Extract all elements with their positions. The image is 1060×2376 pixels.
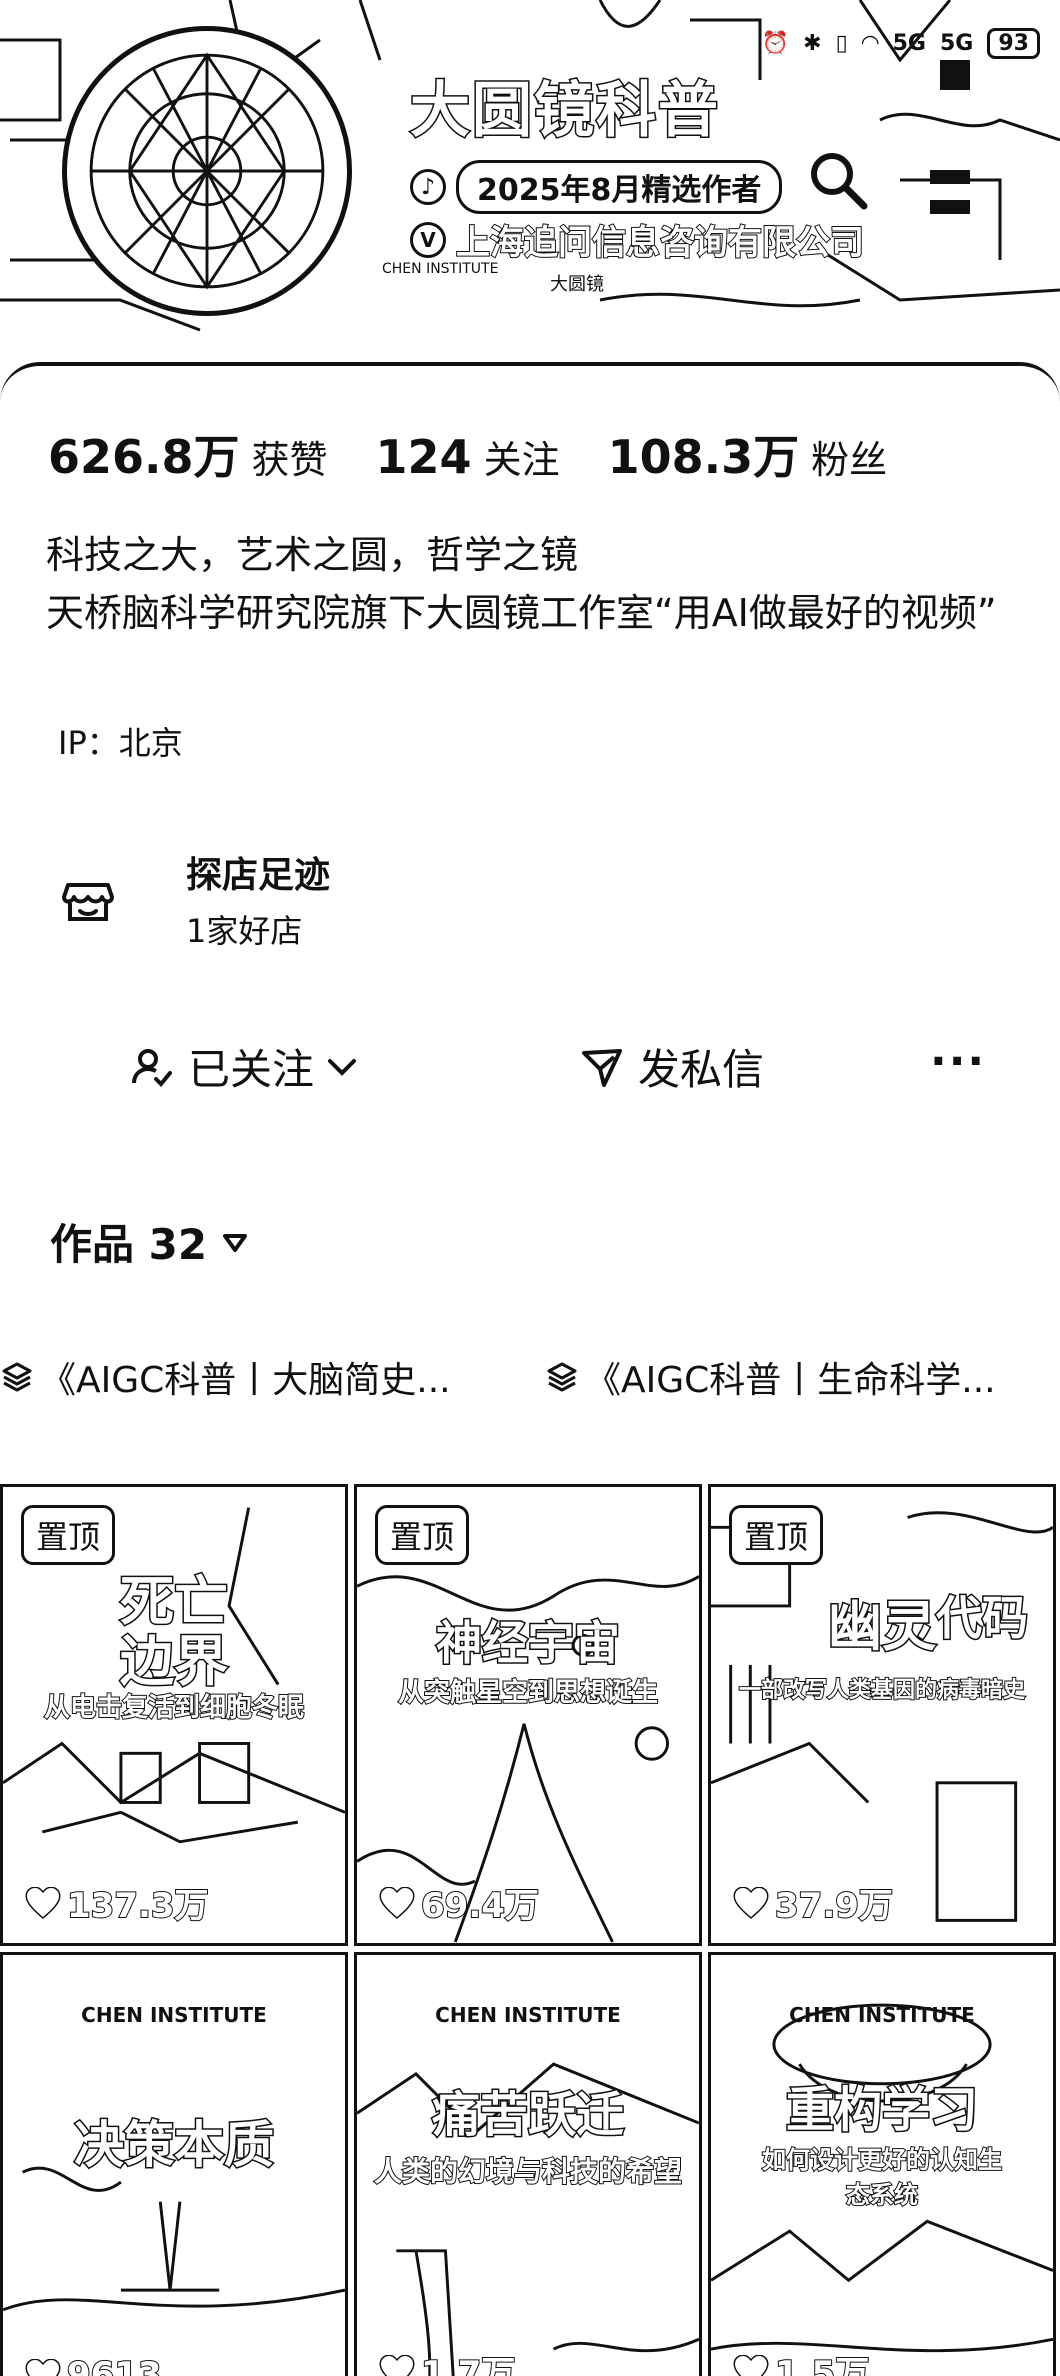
shop-visits-entry[interactable]: 探店足迹 1家好店 [60,846,330,952]
pinned-badge: 置顶 [729,1505,824,1565]
stat-likes-label: 获赞 [251,438,328,482]
stat-followers-value: 108.3万 [607,430,800,484]
tile-logo: CHEN INSTITUTE [435,2003,621,2027]
chevron-down-icon [328,1058,357,1076]
stats-row: 626.8万 获赞 124 关注 108.3万 粉丝 [48,421,935,487]
signal-1-label: 5G [892,31,926,56]
stat-followers-label: 粉丝 [811,438,888,482]
user-check-icon [132,1048,172,1087]
video-tile[interactable]: CHEN INSTITUTE 重构学习 如何设计更好的认知生态系统 1.5万 [708,1952,1056,2376]
bio-line-1: 科技之大，艺术之圆，哲学之镜 [46,533,579,577]
tile-logo: CHEN INSTITUTE [789,2003,975,2027]
shop-subtitle: 1家好店 [186,912,303,950]
heart-icon [379,1886,415,1919]
ip-location: IP：北京 [58,724,183,762]
caret-down-icon [223,1233,248,1252]
tile-title-1: 痛苦跃迁 [430,2086,625,2145]
tile-subtitle: 从突触星空到思想诞生 [397,1677,659,1709]
send-icon [582,1048,622,1087]
tile-title-2: 代码 [935,1590,1030,1647]
tile-title-1: 神经宇宙 [435,1615,622,1672]
following-button[interactable]: 已关注 [130,1036,374,1097]
like-count-value: 9613 [66,2354,163,2376]
status-bar: ⏰ ✱ ▯ ◠ 5G 5G 93 [762,28,1040,59]
heart-icon [25,1886,61,1919]
like-count-value: 1.7万 [420,2353,516,2376]
banner-chen-logo: CHEN INSTITUTE [382,261,499,277]
signal-2-label: 5G [940,31,974,56]
bluetooth-icon: ✱ [803,31,822,56]
verification-row[interactable]: V 上海追问信息咨询有限公司 [410,215,865,264]
stat-following[interactable]: 124 关注 [376,429,560,484]
collection-item[interactable]: 《AIGC科普丨生命科学... [545,1351,1045,1403]
vibrate-icon: ▯ [835,31,848,56]
like-count-value: 37.9万 [774,1885,894,1927]
heart-icon [379,2354,415,2376]
alarm-icon: ⏰ [761,31,790,56]
verified-icon: V [410,221,446,258]
collection-item[interactable]: 《AIGC科普丨大脑简史... [0,1351,460,1403]
verified-org[interactable]: 上海追问信息咨询有限公司 [455,215,865,264]
collection-label: 《AIGC科普丨大脑简史... [40,1360,451,1401]
stat-following-value: 124 [375,430,472,484]
tiktok-icon: ♪ [410,169,446,205]
video-tile[interactable]: 置顶 死亡 边界 从电击复活到细胞冬眠 137.3万 [0,1484,348,1946]
collections-row: 《AIGC科普丨大脑简史... 《AIGC科普丨生命科学... [0,1351,1060,1411]
like-count: 1.5万 [733,2346,870,2376]
works-label: 作品 32 [50,1220,208,1269]
profile-name: 大圆镜科普 [409,75,720,148]
heart-icon [25,2359,61,2376]
like-count-value: 1.5万 [774,2353,870,2376]
creator-badge-row[interactable]: ♪ 2025年8月精选作者 [410,160,783,214]
heart-icon [733,1886,769,1919]
tile-subtitle: 如何设计更好的认知生态系统 [761,2145,1003,2210]
search-icon[interactable] [806,148,870,212]
video-tile[interactable]: CHEN INSTITUTE 痛苦跃迁 人类的幻境与科技的希望 1.7万 [354,1952,702,2376]
battery-indicator: 93 [987,28,1040,59]
like-count: 137.3万 [25,1878,210,1927]
wifi-icon: ◠ [861,31,879,56]
profile-card: 626.8万 获赞 124 关注 108.3万 粉丝 科技之大，艺术之圆，哲学之… [0,362,1060,2376]
pinned-badge: 置顶 [21,1505,116,1565]
stat-likes-value: 626.8万 [48,430,240,484]
like-count: 1.7万 [379,2346,516,2376]
video-tile[interactable]: 置顶 神经宇宙 从突触星空到思想诞生 69.4万 [354,1484,702,1946]
pinned-badge: 置顶 [375,1505,470,1565]
collection-label: 《AIGC科普丨生命科学... [585,1360,996,1401]
tile-subtitle: 从电击复活到细胞冬眠 [43,1692,305,1724]
avatar[interactable] [62,26,352,316]
stat-following-label: 关注 [483,438,560,482]
profile-banner: ⏰ ✱ ▯ ◠ 5G 5G 93 大圆镜科普 ♪ 2025年8月精选作者 V 上… [0,0,1060,400]
profile-bio: 科技之大，艺术之圆，哲学之镜 天桥脑科学研究院旗下大圆镜工作室“用AI做最好的视… [46,526,1026,642]
bio-line-2: 天桥脑科学研究院旗下大圆镜工作室“用AI做最好的视频” [46,591,997,635]
stat-likes[interactable]: 626.8万 获赞 [48,421,328,487]
like-count: 37.9万 [733,1878,894,1927]
more-options-button[interactable]: ··· [930,1036,986,1087]
like-count-value: 137.3万 [66,1885,210,1927]
stat-followers[interactable]: 108.3万 粉丝 [608,421,888,487]
tile-subtitle: 人类的幻境与科技的希望 [373,2154,683,2189]
tile-title-2: 边界 [119,1629,230,1695]
shop-icon [62,883,114,921]
banner-dayuanjing-logo: 大圆镜 [550,274,604,295]
like-count: 9613 [25,2354,163,2376]
following-label: 已关注 [188,1045,315,1094]
stack-icon [547,1362,577,1392]
like-count: 69.4万 [379,1878,540,1927]
shop-title: 探店足迹 [186,855,331,896]
action-row: 已关注 发私信 ··· [0,1036,1060,1116]
works-tab[interactable]: 作品 32 [50,1211,249,1272]
like-count-value: 69.4万 [420,1885,540,1927]
tile-subtitle: 一部改写人类基因的病毒暗史 [738,1677,1026,1704]
creator-badge[interactable]: 2025年8月精选作者 [456,160,783,214]
send-message-label: 发私信 [638,1045,765,1094]
stack-icon [2,1362,32,1392]
tile-logo: CHEN INSTITUTE [81,2003,267,2027]
send-message-button[interactable]: 发私信 [580,1036,764,1097]
heart-icon [733,2354,769,2376]
tile-title-1: 决策本质 [73,2115,276,2176]
video-tile[interactable]: 置顶 幽灵 代码 一部改写人类基因的病毒暗史 37.9万 [708,1484,1056,1946]
tile-title-1: 重构学习 [784,2081,979,2140]
video-tile[interactable]: CHEN INSTITUTE 决策本质 9613 [0,1952,348,2376]
